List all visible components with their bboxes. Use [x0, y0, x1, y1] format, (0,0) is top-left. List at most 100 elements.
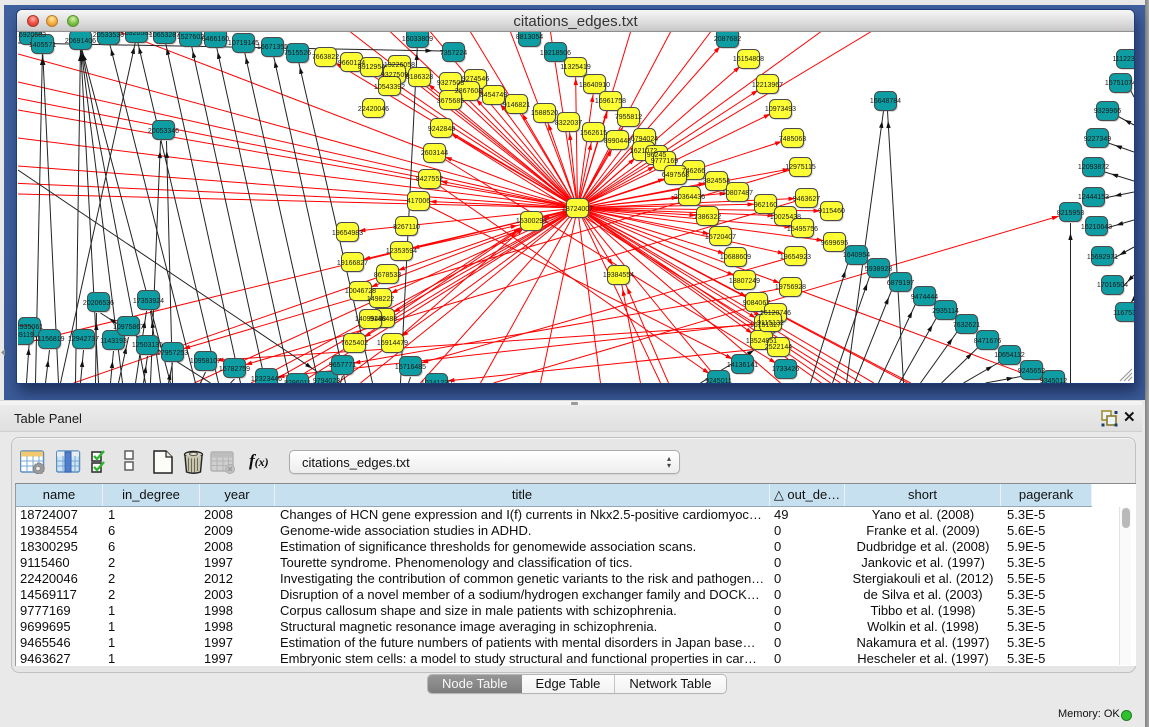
svg-text:9474444: 9474444	[911, 294, 938, 301]
svg-text:2603144: 2603144	[421, 150, 448, 157]
svg-text:2935114: 2935114	[932, 308, 959, 315]
svg-text:7515526: 7515526	[284, 50, 311, 57]
svg-text:12093872: 12093872	[1078, 164, 1109, 171]
svg-text:10654112: 10654112	[994, 352, 1025, 359]
svg-text:20533536: 20533536	[93, 32, 124, 39]
svg-text:9777169: 9777169	[651, 158, 678, 165]
svg-text:9242848: 9242848	[428, 126, 455, 133]
svg-text:9084067: 9084067	[743, 300, 770, 307]
svg-text:1167531: 1167531	[1113, 310, 1134, 317]
svg-text:16920583: 16920583	[121, 32, 152, 37]
svg-text:10241230: 10241230	[421, 380, 452, 383]
svg-text:5938928: 5938928	[865, 266, 892, 273]
svg-text:10719145: 10719145	[228, 40, 259, 47]
svg-text:9345012: 9345012	[1040, 378, 1067, 383]
svg-text:16914479: 16914479	[377, 340, 408, 347]
svg-text:16033809: 16033809	[402, 36, 433, 43]
svg-text:12444153: 12444153	[1078, 194, 1109, 201]
svg-text:19384554: 19384554	[603, 272, 634, 279]
svg-text:11325419: 11325419	[560, 64, 591, 71]
svg-text:15720407: 15720407	[705, 234, 736, 241]
svg-text:10688609: 10688609	[720, 254, 751, 261]
svg-text:8813054: 8813054	[516, 34, 543, 41]
svg-text:6497568: 6497568	[662, 172, 689, 179]
svg-text:9657771: 9657771	[329, 362, 356, 369]
svg-text:12503135: 12503135	[132, 342, 163, 349]
svg-text:12975115: 12975115	[785, 164, 816, 171]
svg-text:9327509: 9327509	[381, 72, 408, 79]
svg-text:6879197: 6879197	[887, 280, 914, 287]
svg-text:8678533: 8678533	[374, 272, 401, 279]
svg-text:1562615: 1562615	[580, 130, 607, 137]
svg-text:20691406: 20691406	[65, 38, 96, 45]
svg-text:8215953: 8215953	[1057, 210, 1084, 217]
svg-text:16120746: 16120746	[760, 310, 791, 317]
svg-text:6466160: 6466160	[202, 36, 229, 43]
svg-text:9329966: 9329966	[1094, 108, 1121, 115]
svg-text:12942737: 12942737	[68, 336, 99, 343]
svg-text:10973493: 10973493	[765, 106, 796, 113]
svg-text:2522144: 2522144	[765, 344, 792, 351]
svg-text:6794024: 6794024	[631, 136, 658, 143]
svg-text:10975867: 10975867	[113, 324, 144, 331]
svg-text:9245011: 9245011	[705, 378, 732, 383]
svg-text:13226058: 13226058	[384, 62, 415, 69]
svg-text:7625402: 7625402	[341, 340, 368, 347]
svg-text:14099488: 14099488	[355, 316, 386, 323]
svg-text:17016504: 17016504	[1097, 282, 1128, 289]
svg-text:9245652: 9245652	[1018, 368, 1045, 375]
svg-text:7632621: 7632621	[953, 322, 980, 329]
svg-text:417006: 417006	[407, 198, 430, 205]
svg-text:9794023: 9794023	[313, 378, 340, 383]
svg-text:20364436: 20364436	[674, 194, 705, 201]
svg-text:16782759: 16782759	[219, 366, 250, 373]
svg-text:9115132: 9115132	[757, 320, 784, 327]
svg-text:10543392: 10543392	[374, 84, 405, 91]
svg-text:8990448: 8990448	[604, 138, 631, 145]
svg-text:3675685: 3675685	[437, 98, 464, 105]
svg-text:9227349: 9227349	[1084, 136, 1111, 143]
svg-text:16920583: 16920583	[18, 32, 46, 39]
svg-text:12323446: 12323446	[251, 376, 282, 383]
svg-text:8267110: 8267110	[393, 224, 420, 231]
svg-text:939119: 939119	[18, 332, 34, 339]
svg-text:16961758: 16961758	[595, 98, 626, 105]
svg-text:19218506: 19218506	[540, 50, 571, 57]
svg-text:1498222: 1498222	[367, 296, 394, 303]
svg-text:962160: 962160	[754, 202, 777, 209]
svg-text:15751074: 15751074	[1105, 80, 1134, 87]
svg-text:10046728: 10046728	[345, 288, 376, 295]
svg-text:12213967: 12213967	[752, 82, 783, 89]
svg-text:18640910: 18640910	[579, 82, 610, 89]
svg-text:22420046: 22420046	[358, 106, 389, 113]
svg-text:17957253: 17957253	[157, 350, 188, 357]
svg-text:8454749: 8454749	[480, 92, 507, 99]
svg-text:10025438: 10025438	[770, 214, 801, 221]
svg-text:8296011: 8296011	[284, 380, 311, 383]
svg-text:16210643: 16210643	[1081, 224, 1112, 231]
svg-text:15716485: 15716485	[395, 364, 426, 371]
svg-text:8471676: 8471676	[974, 338, 1001, 345]
svg-text:8186328: 8186328	[406, 74, 433, 81]
svg-text:19654923: 19654923	[780, 254, 811, 261]
svg-text:16154808: 16154808	[733, 56, 764, 63]
svg-text:1935061: 1935061	[18, 324, 43, 331]
svg-text:10958107: 10958107	[190, 358, 221, 365]
svg-text:11156819: 11156819	[34, 336, 64, 343]
svg-text:11122357: 11122357	[1112, 56, 1134, 63]
svg-text:10653287: 10653287	[149, 32, 180, 39]
svg-text:7357224: 7357224	[440, 50, 467, 57]
svg-text:1733426: 1733426	[772, 366, 799, 373]
svg-text:19654983: 19654983	[332, 230, 363, 237]
svg-text:7663822: 7663822	[312, 54, 339, 61]
svg-text:1405571: 1405571	[29, 42, 56, 49]
svg-text:18807249: 18807249	[729, 278, 760, 285]
svg-text:14136141: 14136141	[727, 362, 758, 369]
svg-text:15300293: 15300293	[516, 218, 547, 225]
svg-text:8912954: 8912954	[358, 64, 385, 71]
svg-text:9463627: 9463627	[793, 196, 820, 203]
svg-text:15495756: 15495756	[787, 226, 818, 233]
svg-text:2087682: 2087682	[714, 36, 741, 43]
svg-text:1527602: 1527602	[177, 34, 204, 41]
svg-text:20053346: 20053346	[148, 128, 179, 135]
